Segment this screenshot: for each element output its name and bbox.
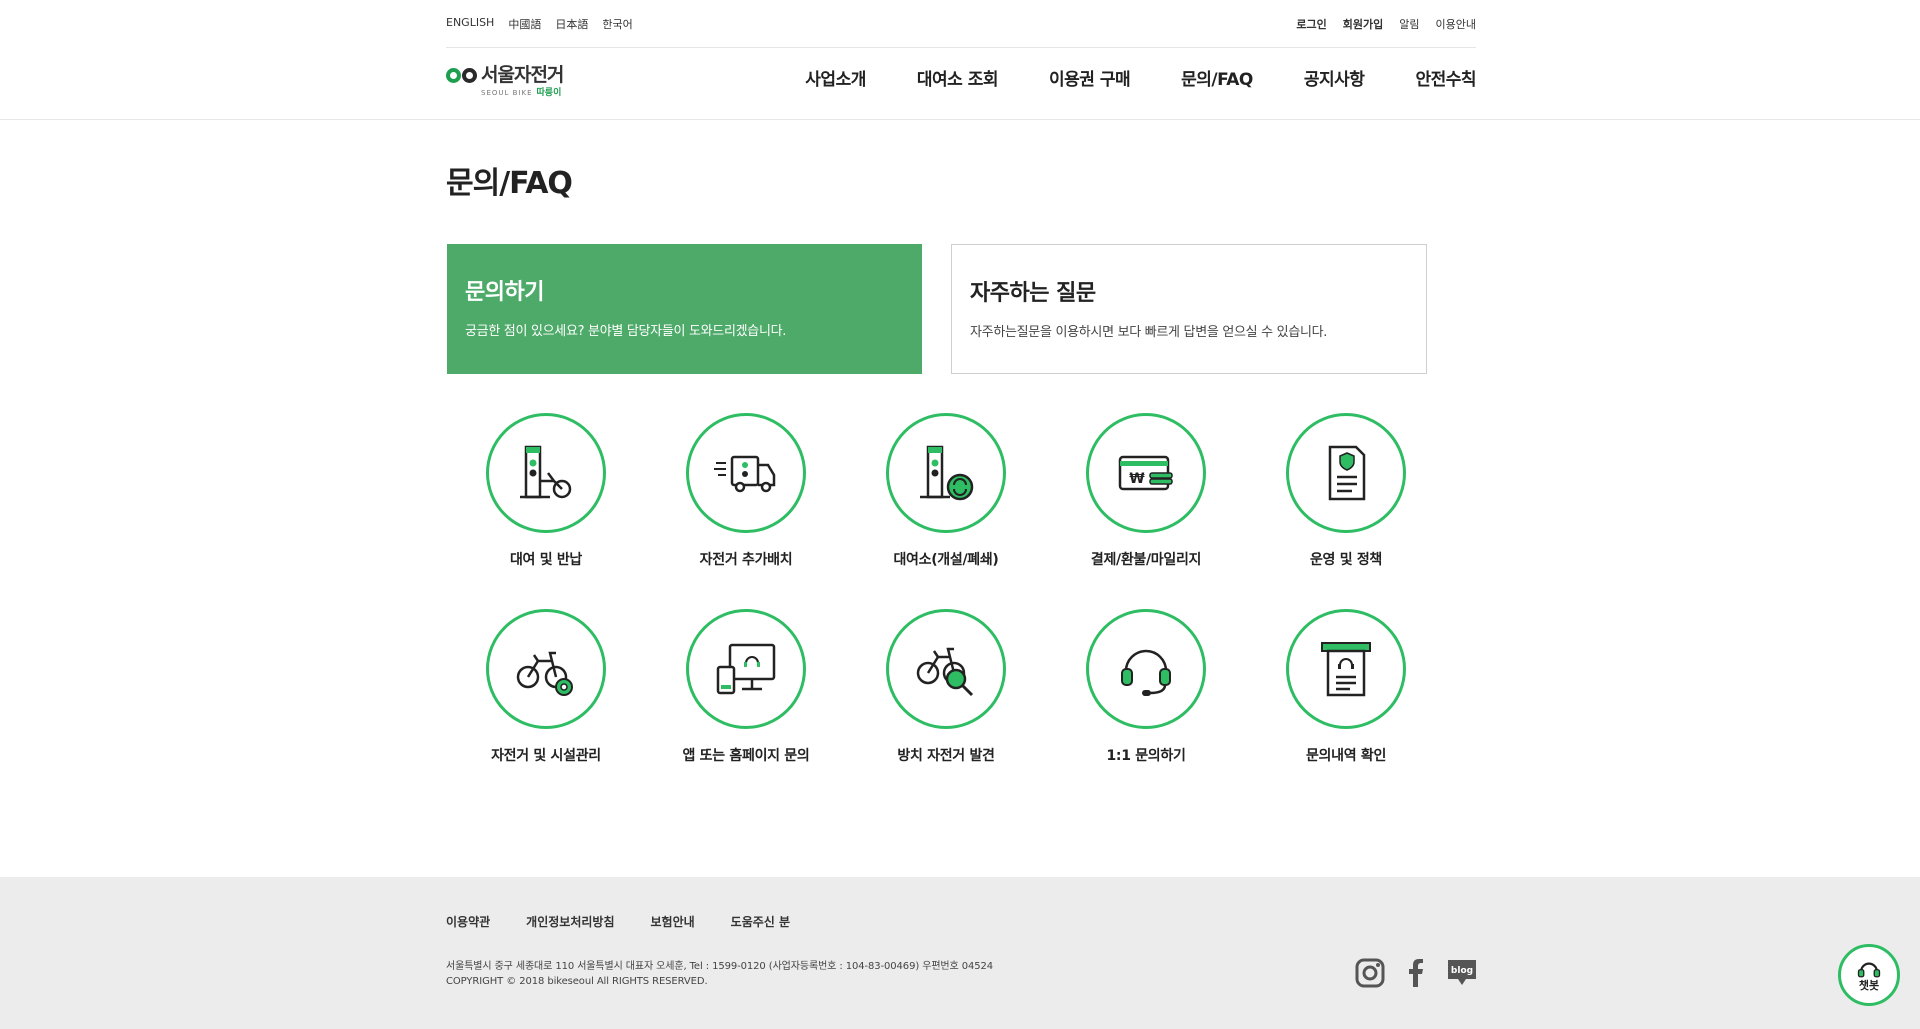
signup-link[interactable]: 회원가입	[1343, 16, 1383, 32]
nav-faq[interactable]: 문의/FAQ	[1181, 65, 1253, 90]
category-label: 앱 또는 홈페이지 문의	[682, 748, 810, 764]
svg-text:₩: ₩	[1129, 471, 1145, 487]
category-label: 문의내역 확인	[1305, 748, 1387, 764]
lang-english[interactable]: ENGLISH	[446, 16, 494, 32]
policy-document-icon	[1328, 445, 1366, 501]
address-text: 서울특별시 중구 세종대로 110 서울특별시 대표자 오세훈, Tel : 1…	[446, 961, 994, 972]
nav-station-search[interactable]: 대여소 조회	[917, 65, 999, 90]
category-label: 방치 자전거 발견	[897, 748, 995, 764]
category-facility[interactable]: 자전거 및 시설관리	[446, 609, 646, 765]
global-nav: 사업소개 대여소 조회 이용권 구매 문의/FAQ 공지사항 안전수칙	[754, 65, 1476, 90]
site-logo[interactable]: 서울자전거 SEOUL BIKE 따릉이	[446, 64, 616, 100]
facebook-icon[interactable]	[1400, 957, 1432, 989]
footer-link-privacy[interactable]: 개인정보처리방침	[526, 913, 614, 930]
main-header: 서울자전거 SEOUL BIKE 따릉이 사업소개 대여소 조회 이용권 구매 문…	[446, 48, 1476, 120]
header-divider	[0, 119, 1920, 120]
category-label: 대여소(개설/폐쇄)	[893, 552, 999, 568]
category-label: 운영 및 정책	[1309, 552, 1383, 568]
payment-won-icon: ₩	[1118, 455, 1173, 491]
category-add-bikes[interactable]: 자전거 추가배치	[646, 413, 846, 569]
top-utility-bar: ENGLISH 中國語 日本語 한국어 로그인 회원가입 알림 이용안내	[446, 0, 1476, 48]
bike-search-icon	[916, 647, 974, 697]
login-link[interactable]: 로그인	[1296, 16, 1326, 32]
instagram-icon[interactable]	[1354, 957, 1386, 989]
language-selector: ENGLISH 中國語 日本語 한국어	[446, 16, 633, 32]
faq-box[interactable]: 자주하는 질문 자주하는질문을 이용하시면 보다 빠르게 답변을 얻으실 수 있…	[951, 244, 1427, 374]
inquiry-box[interactable]: 문의하기 궁금한 점이 있으세요? 분야별 담당자들이 도와드리겠습니다.	[447, 244, 922, 374]
receipt-history-icon	[1321, 642, 1371, 697]
nav-about[interactable]: 사업소개	[805, 65, 866, 90]
inquiry-box-desc: 궁금한 점이 있으세요? 분야별 담당자들이 도와드리겠습니다.	[465, 324, 787, 339]
category-label: 1:1 문의하기	[1106, 748, 1186, 764]
category-app-web[interactable]: 앱 또는 홈페이지 문의	[646, 609, 846, 765]
guide-link[interactable]: 이용안내	[1436, 16, 1476, 32]
footer-address: 서울특별시 중구 세종대로 110 서울특별시 대표자 오세훈, Tel : 1…	[446, 959, 993, 989]
chatbot-label: 챗봇	[1858, 979, 1880, 992]
faq-box-title: 자주하는 질문	[970, 281, 1096, 306]
category-label: 자전거 추가배치	[699, 552, 793, 568]
svg-text:blog: blog	[1451, 966, 1473, 976]
category-payment[interactable]: ₩ 결제/환불/마일리지	[1046, 413, 1246, 569]
category-label: 자전거 및 시설관리	[491, 748, 601, 764]
social-links: blog	[1354, 957, 1478, 989]
bike-dock-icon	[520, 445, 572, 499]
logo-subtitle: SEOUL BIKE 따릉이	[481, 88, 562, 98]
faq-box-desc: 자주하는질문을 이용하시면 보다 빠르게 답변을 얻으실 수 있습니다.	[970, 325, 1328, 340]
blog-icon[interactable]: blog	[1446, 957, 1478, 989]
station-refresh-icon	[920, 445, 974, 501]
delivery-truck-icon	[714, 455, 776, 493]
category-label: 대여 및 반납	[509, 552, 583, 568]
category-one-to-one[interactable]: 1:1 문의하기	[1046, 609, 1246, 765]
notification-link[interactable]: 알림	[1399, 16, 1419, 32]
nav-ticket-purchase[interactable]: 이용권 구매	[1049, 65, 1131, 90]
lang-chinese[interactable]: 中國語	[508, 16, 541, 32]
bike-gear-icon	[516, 651, 573, 696]
logo-title: 서울자전거	[481, 64, 564, 86]
category-station[interactable]: 대여소(개설/폐쇄)	[846, 413, 1046, 569]
chatbot-button[interactable]: 챗봇	[1838, 944, 1900, 1006]
footer-links: 이용약관 개인정보처리방침 보험안내 도움주신 분	[446, 913, 790, 930]
site-footer: 이용약관 개인정보처리방침 보험안내 도움주신 분 서울특별시 중구 세종대로 …	[0, 877, 1920, 1029]
copyright-text: COPYRIGHT © 2018 bikeseoul All RIGHTS RE…	[446, 976, 708, 987]
utility-links: 로그인 회원가입 알림 이용안내	[1296, 16, 1476, 32]
category-rent-return[interactable]: 대여 및 반납	[446, 413, 646, 569]
inquiry-box-title: 문의하기	[465, 280, 544, 305]
lang-japanese[interactable]: 日本語	[555, 16, 588, 32]
category-grid: 대여 및 반납 자전거 추가배치 대여소(개설/폐쇄) ₩ 결제/환불/마일리지…	[446, 413, 1446, 765]
lang-korean[interactable]: 한국어	[602, 16, 632, 32]
logo-mark	[446, 68, 477, 83]
category-policy[interactable]: 운영 및 정책	[1246, 413, 1446, 569]
category-history[interactable]: 문의내역 확인	[1246, 609, 1446, 765]
nav-notice[interactable]: 공지사항	[1304, 65, 1365, 90]
category-abandoned-bike[interactable]: 방치 자전거 발견	[846, 609, 1046, 765]
category-label: 결제/환불/마일리지	[1090, 552, 1202, 568]
footer-link-terms[interactable]: 이용약관	[446, 913, 490, 930]
nav-safety[interactable]: 안전수칙	[1415, 65, 1476, 90]
page-title: 문의/FAQ	[446, 166, 573, 201]
headset-icon	[1121, 649, 1171, 696]
footer-link-insurance[interactable]: 보험안내	[651, 913, 695, 930]
app-web-support-icon	[716, 643, 776, 695]
footer-link-credits[interactable]: 도움주신 분	[731, 913, 790, 930]
chatbot-headset-icon	[1857, 962, 1881, 978]
